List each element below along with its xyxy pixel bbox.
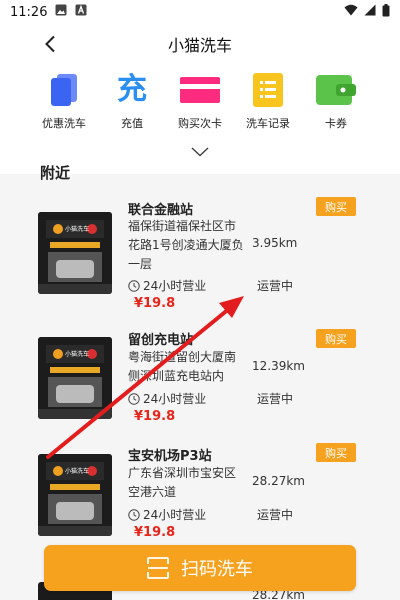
station-card[interactable]: 小猫洗车 留创充电站 粤海街道留创大厦南侧深圳蓝充电站内 12.39km 24小… [0, 320, 400, 444]
menu-item-recharge[interactable]: 充 充值 [98, 72, 166, 142]
wifi-icon [344, 4, 358, 20]
wallet-icon [316, 72, 356, 108]
signal-icon [364, 4, 376, 20]
chevron-left-icon [45, 35, 55, 53]
menu-item-buy-card[interactable]: 购买次卡 [166, 72, 234, 142]
card-stack-icon [44, 72, 84, 108]
quick-menu: 优惠洗车 充 充值 购买次卡 洗车记录 卡券 [0, 64, 400, 174]
record-list-icon [248, 72, 288, 108]
menu-label: 洗车记录 [246, 117, 290, 130]
back-button[interactable] [38, 31, 62, 57]
station-card[interactable]: 小猫洗车 宝安机场P3站 广东省深圳市宝安区空港六道 28.27km 24小时营… [0, 436, 400, 560]
menu-label: 充值 [121, 117, 143, 130]
notification-a-icon [75, 4, 87, 20]
status-time: 11:26 [10, 4, 48, 20]
station-price: ¥19.8 [134, 296, 176, 311]
station-address: 广东省深圳市宝安区空港六道 [128, 466, 237, 499]
chevron-down-icon [191, 147, 209, 157]
station-thumbnail: 小猫洗车 [38, 337, 112, 419]
station-status: 运营中 [257, 279, 294, 293]
station-price: ¥19.8 [134, 525, 176, 540]
status-bar: 11:26 [0, 0, 400, 24]
station-hours-text: 24小时营业 [143, 279, 207, 293]
top-bar: 小猫洗车 [0, 24, 400, 64]
menu-label: 卡券 [325, 117, 347, 130]
clock-icon [128, 508, 140, 521]
station-hours: 24小时营业 [128, 390, 206, 407]
app-screen: 11:26 小猫洗车 优惠洗车 充 充值 购买次卡 洗车记录 卡券 附近 小猫洗… [0, 0, 400, 600]
station-name: 联合金融站 [128, 203, 194, 218]
nearby-title: 附近 [40, 164, 71, 182]
menu-label: 购买次卡 [178, 117, 222, 130]
expand-menu-button[interactable] [190, 142, 210, 162]
station-hours-text: 24小时营业 [143, 508, 207, 522]
station-address: 粤海街道留创大厦南侧深圳蓝充电站内 [128, 350, 237, 383]
station-status: 运营中 [257, 508, 294, 522]
recharge-glyph: 充 [117, 72, 147, 107]
station-distance: 28.27km [252, 474, 305, 488]
station-hours-text: 24小时营业 [143, 392, 207, 406]
buy-button[interactable]: 购买 [316, 329, 356, 348]
menu-item-discount-wash[interactable]: 优惠洗车 [30, 72, 98, 142]
scan-icon [147, 557, 169, 579]
battery-icon [382, 3, 390, 21]
station-name: 留创充电站 [128, 333, 194, 348]
station-price: ¥19.8 [134, 409, 176, 424]
station-card[interactable]: 小猫洗车 联合金融站 福保街道福保社区市花路1号创凌通大厦负一层 3.95km … [0, 190, 400, 314]
gallery-icon [55, 4, 67, 20]
station-name: 宝安机场P3站 [128, 449, 212, 464]
page-title: 小猫洗车 [167, 36, 232, 55]
clock-icon [128, 279, 140, 292]
menu-label: 优惠洗车 [42, 117, 86, 130]
station-hours: 24小时营业 [128, 506, 206, 523]
scan-wash-button[interactable]: 扫码洗车 [44, 545, 356, 591]
menu-item-wash-record[interactable]: 洗车记录 [234, 72, 302, 142]
recharge-icon: 充 [112, 72, 152, 108]
clock-icon [128, 392, 140, 405]
status-left: 11:26 [10, 4, 87, 20]
station-address: 福保街道福保社区市花路1号创凌通大厦负一层 [128, 219, 244, 271]
thumb-brand-text: 小猫洗车 [65, 351, 90, 358]
station-thumbnail: 小猫洗车 [38, 454, 112, 536]
station-thumbnail: 小猫洗车 [38, 212, 112, 294]
station-distance: 12.39km [252, 359, 305, 373]
station-distance: 3.95km [252, 236, 298, 250]
thumb-brand-text: 小猫洗车 [65, 468, 90, 475]
buy-button[interactable]: 购买 [316, 443, 356, 462]
buy-button[interactable]: 购买 [316, 197, 356, 216]
scan-wash-label: 扫码洗车 [181, 559, 253, 580]
thumb-brand-text: 小猫洗车 [65, 226, 90, 233]
menu-items: 优惠洗车 充 充值 购买次卡 洗车记录 卡券 [30, 72, 370, 142]
menu-item-coupons[interactable]: 卡券 [302, 72, 370, 142]
station-status: 运营中 [257, 392, 294, 406]
status-right [344, 3, 390, 21]
station-hours: 24小时营业 [128, 277, 206, 294]
pink-card-icon [180, 72, 220, 108]
